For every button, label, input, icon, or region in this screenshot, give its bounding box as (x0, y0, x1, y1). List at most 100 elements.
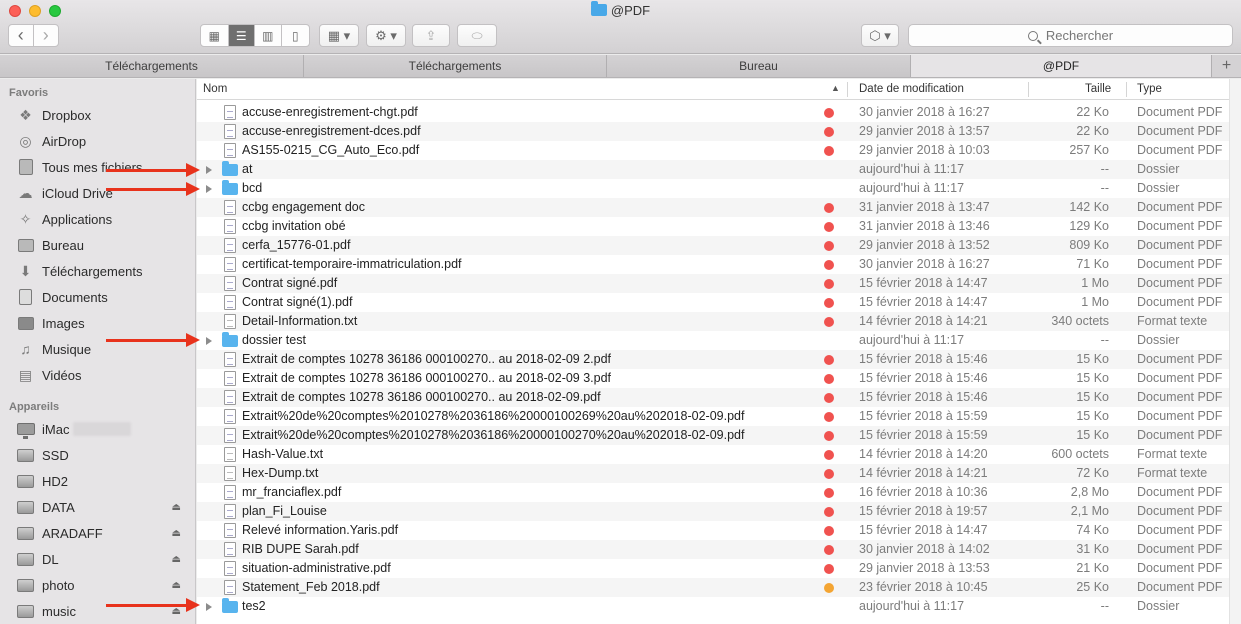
disclosure-triangle-icon[interactable] (206, 185, 212, 193)
eject-icon[interactable]: ⏏ (172, 528, 181, 539)
column-size-header[interactable]: Taille (1085, 83, 1111, 95)
tab-downloads-1[interactable]: Téléchargements (0, 55, 304, 77)
file-name: Statement_Feb 2018.pdf (242, 580, 380, 594)
column-view-button[interactable]: ▥ (255, 25, 282, 46)
sidebar-item-videos[interactable]: ▤ Vidéos (16, 364, 191, 386)
sidebar-item-aradaff[interactable]: ARADAFF ⏏ (16, 522, 191, 544)
sidebar-item-dl[interactable]: DL ⏏ (16, 548, 191, 570)
sidebar-item-downloads[interactable]: ⬇ Téléchargements (16, 260, 191, 282)
file-date: 14 février 2018 à 14:21 (859, 466, 988, 480)
file-row[interactable]: ccbg engagement doc 31 janvier 2018 à 13:… (197, 198, 1229, 217)
file-row[interactable]: Statement_Feb 2018.pdf 23 février 2018 à … (197, 578, 1229, 597)
file-row[interactable]: dossier test aujourd'hui à 11:17 -- Dossier (197, 331, 1229, 350)
pdf-file-icon (224, 485, 236, 500)
column-date-header[interactable]: Date de modification (859, 83, 964, 95)
file-row[interactable]: Contrat signé.pdf 15 février 2018 à 14:47… (197, 274, 1229, 293)
file-date: 31 janvier 2018 à 13:46 (859, 219, 990, 233)
column-name-header[interactable]: Nom (203, 83, 227, 95)
color-tag-red (824, 317, 834, 327)
file-row[interactable]: bcd aujourd'hui à 11:17 -- Dossier (197, 179, 1229, 198)
tab-downloads-2[interactable]: Téléchargements (304, 55, 607, 77)
file-name: ccbg invitation obé (242, 219, 346, 233)
disclosure-triangle-icon[interactable] (206, 166, 212, 174)
file-name: certificat-temporaire-immatriculation.pd… (242, 257, 462, 271)
file-type: Dossier (1137, 333, 1180, 347)
sidebar-item-label: Téléchargements (42, 263, 143, 279)
sidebar-item-dropbox[interactable]: ❖ Dropbox (16, 104, 191, 126)
pdf-file-icon (224, 276, 236, 291)
action-gear-button[interactable]: ⚙ ▾ (366, 24, 406, 47)
file-row[interactable]: AS155-0215_CG_Auto_Eco.pdf 29 janvier 201… (197, 141, 1229, 160)
disclosure-triangle-icon[interactable] (206, 603, 212, 611)
file-row[interactable]: Extrait de comptes 10278 36186 000100270… (197, 388, 1229, 407)
file-row[interactable]: Extrait%20de%20comptes%2010278%2036186%2… (197, 426, 1229, 445)
eject-icon[interactable]: ⏏ (172, 580, 181, 591)
list-view-button[interactable]: ☰ (228, 25, 256, 46)
file-row[interactable]: Hash-Value.txt 14 février 2018 à 14:20 600… (197, 445, 1229, 464)
sidebar-item-desktop[interactable]: Bureau (16, 234, 191, 256)
tab-pdf[interactable]: @PDF (911, 55, 1212, 77)
file-type: Dossier (1137, 181, 1180, 195)
file-row[interactable]: RIB DUPE Sarah.pdf 30 janvier 2018 à 14:0… (197, 540, 1229, 559)
toolbar: @PDF ‹ › ▦ ☰ ▥ ▯ ▦ ▾ ⚙ ▾ ⇪ ⬭ ⬡ ▾ Recherc… (0, 0, 1241, 54)
icon-view-button[interactable]: ▦ (201, 25, 229, 46)
color-tag-red (824, 412, 834, 422)
column-type-header[interactable]: Type (1137, 83, 1162, 95)
file-type: Document PDF (1137, 200, 1223, 214)
sidebar-item-label: Vidéos (42, 367, 82, 383)
search-field[interactable]: Rechercher (908, 24, 1233, 47)
file-row[interactable]: ccbg invitation obé 31 janvier 2018 à 13:… (197, 217, 1229, 236)
sidebar-item-data[interactable]: DATA ⏏ (16, 496, 191, 518)
file-row[interactable]: situation-administrative.pdf 29 janvier 2… (197, 559, 1229, 578)
vertical-scrollbar[interactable] (1229, 79, 1241, 624)
coverflow-view-button[interactable]: ▯ (282, 25, 309, 46)
file-row[interactable]: Hex-Dump.txt 14 février 2018 à 14:21 72 Ko… (197, 464, 1229, 483)
back-button[interactable]: ‹ (9, 25, 34, 46)
file-size: 600 octets (1051, 447, 1109, 461)
sidebar-item-all-files[interactable]: Tous mes fichiers (16, 156, 191, 178)
sidebar-item-applications[interactable]: ✧ Applications (16, 208, 191, 230)
file-row[interactable]: cerfa_15776-01.pdf 29 janvier 2018 à 13:5… (197, 236, 1229, 255)
eject-icon[interactable]: ⏏ (172, 606, 181, 617)
file-size: -- (1100, 333, 1109, 347)
sidebar-item-hd2[interactable]: HD2 (16, 470, 191, 492)
file-row[interactable]: Contrat signé(1).pdf 15 février 2018 à 14… (197, 293, 1229, 312)
eject-icon[interactable]: ⏏ (172, 554, 181, 565)
file-row[interactable]: Extrait de comptes 10278 36186 000100270… (197, 369, 1229, 388)
pdf-file-icon (224, 580, 236, 595)
file-row[interactable]: plan_Fi_Louise 15 février 2018 à 19:57 2,1… (197, 502, 1229, 521)
dropbox-menu-button[interactable]: ⬡ ▾ (861, 24, 899, 47)
file-row[interactable]: accuse-enregistrement-dces.pdf 29 janvier… (197, 122, 1229, 141)
file-row[interactable]: tes2 aujourd'hui à 11:17 -- Dossier (197, 597, 1229, 616)
disclosure-triangle-icon[interactable] (206, 337, 212, 345)
share-button[interactable]: ⇪ (412, 24, 450, 47)
file-name: bcd (242, 181, 263, 195)
eject-icon[interactable]: ⏏ (172, 502, 181, 513)
file-row[interactable]: Relevé information.Yaris.pdf 15 février 2… (197, 521, 1229, 540)
arrange-button[interactable]: ▦ ▾ (319, 24, 359, 47)
sidebar-item-imac[interactable]: iMac (16, 418, 191, 440)
sidebar-item-images[interactable]: Images (16, 312, 191, 334)
file-row[interactable]: certificat-temporaire-immatriculation.pd… (197, 255, 1229, 274)
sidebar-item-icloud-drive[interactable]: ☁ iCloud Drive (16, 182, 191, 204)
file-row[interactable]: accuse-enregistrement-chgt.pdf 30 janvier… (197, 103, 1229, 122)
color-tag-red (824, 374, 834, 384)
file-row[interactable]: Detail-Information.txt 14 février 2018 à … (197, 312, 1229, 331)
file-row[interactable]: Extrait de comptes 10278 36186 000100270… (197, 350, 1229, 369)
column-header: Nom ▲ Date de modification Taille Type (197, 79, 1229, 100)
tab-desktop[interactable]: Bureau (607, 55, 911, 77)
sidebar-item-documents[interactable]: Documents (16, 286, 191, 308)
file-row[interactable]: at aujourd'hui à 11:17 -- Dossier (197, 160, 1229, 179)
new-tab-button[interactable]: + (1212, 55, 1241, 77)
file-row[interactable]: mr_franciaflex.pdf 16 février 2018 à 10:3… (197, 483, 1229, 502)
file-type: Document PDF (1137, 428, 1223, 442)
forward-button[interactable]: › (34, 25, 58, 46)
sidebar-item-airdrop[interactable]: ◎ AirDrop (16, 130, 191, 152)
file-size: -- (1100, 599, 1109, 613)
tag-button[interactable]: ⬭ (457, 24, 497, 47)
file-date: aujourd'hui à 11:17 (859, 162, 965, 176)
sidebar-item-ssd[interactable]: SSD (16, 444, 191, 466)
file-size: 15 Ko (1076, 428, 1109, 442)
sidebar-item-photo[interactable]: photo ⏏ (16, 574, 191, 596)
file-row[interactable]: Extrait%20de%20comptes%2010278%2036186%2… (197, 407, 1229, 426)
